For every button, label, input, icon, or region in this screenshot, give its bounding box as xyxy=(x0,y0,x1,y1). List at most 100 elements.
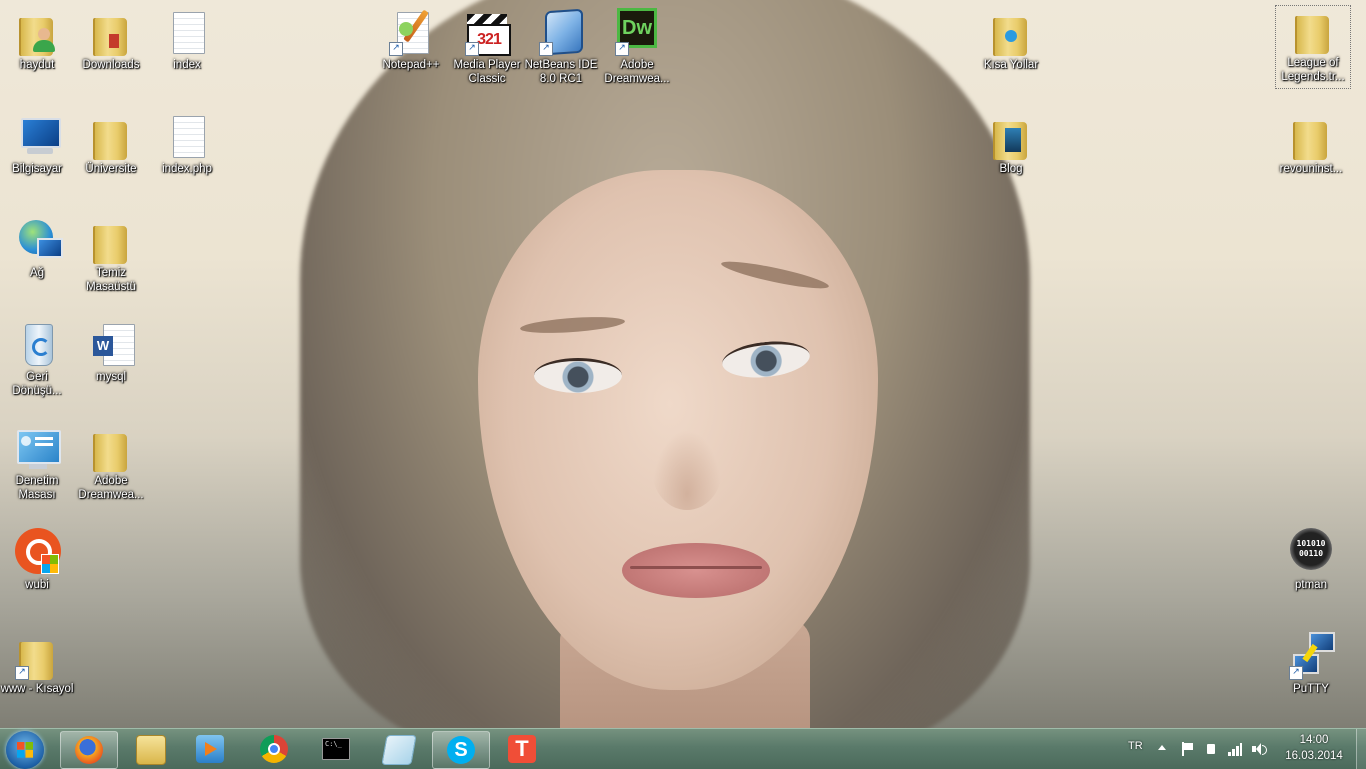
taskbar-explorer[interactable] xyxy=(122,731,178,767)
desktop-icon-universite[interactable]: Üniversite xyxy=(74,112,148,176)
clock-date[interactable]: 16.03.2014 xyxy=(1280,750,1348,762)
desktop-icon-label: Ağ xyxy=(29,267,45,279)
desktop-icon-bilgisayar[interactable]: Bilgisayar xyxy=(0,112,74,176)
folder-icon xyxy=(1289,6,1337,54)
control-panel-icon xyxy=(13,424,61,472)
folder-icon xyxy=(87,112,135,160)
desktop-icon-label: Kısa Yollar xyxy=(983,59,1039,71)
taskbar: C:\_ S T TR 14:00 16.03.2014 xyxy=(0,728,1366,769)
clock-time[interactable]: 14:00 xyxy=(1290,734,1338,746)
taskbar-media-player[interactable] xyxy=(182,731,238,767)
ubuntu-icon xyxy=(13,528,61,576)
desktop-icon-geri-donusum[interactable]: Geri Dönüşü... xyxy=(0,320,74,398)
folder-icon xyxy=(987,112,1035,160)
putty-icon: ↗ xyxy=(1287,632,1335,680)
action-center-flag-icon[interactable] xyxy=(1180,742,1194,756)
desktop-icon-wubi[interactable]: wubi xyxy=(0,528,74,592)
desktop-icon-kisa-yollar[interactable]: Kısa Yollar xyxy=(974,8,1048,72)
ptman-glyph-text: 101010 00110 xyxy=(1290,528,1332,570)
document-icon xyxy=(163,8,211,56)
desktop-icon-haydut[interactable]: haydut xyxy=(0,8,74,72)
language-indicator[interactable]: TR xyxy=(1128,740,1148,754)
desktop-icon-label: NetBeans IDE 8.0 RC1 xyxy=(524,59,598,85)
desktop-icon-ag[interactable]: Ağ xyxy=(0,216,74,280)
folder-icon xyxy=(1287,112,1335,160)
network-signal-icon[interactable] xyxy=(1228,742,1242,756)
desktop-icon-label: revouninst... xyxy=(1279,163,1343,175)
folder-icon xyxy=(87,424,135,472)
desktop-icon-mysql[interactable]: W mysql xyxy=(74,320,148,384)
notepad-plus-plus-icon: ↗ xyxy=(387,8,435,56)
taskbar-chrome[interactable] xyxy=(246,731,302,767)
taskbar-firefox[interactable] xyxy=(60,731,118,769)
desktop-icon-label: Denetim Masası xyxy=(15,475,59,501)
desktop-icon-label: www - Kısayol xyxy=(0,683,74,695)
desktop-icon-media-player-classic[interactable]: 321 ↗ Media Player Classic xyxy=(450,8,524,86)
desktop-icon-label: index xyxy=(173,59,201,71)
notes-icon xyxy=(381,735,417,765)
desktop-icon-label: Media Player Classic xyxy=(453,59,521,85)
binary-disc-icon: 101010 00110 xyxy=(1287,528,1335,576)
taskbar-command-prompt[interactable]: C:\_ xyxy=(308,731,364,767)
desktop-icon-label: ptman xyxy=(1295,579,1327,591)
desktop: haydut Downloads index Bilgisayar Üniver… xyxy=(0,0,1366,728)
desktop-icon-label: Üniversite xyxy=(85,163,137,175)
desktop-icon-index-php[interactable]: index.php xyxy=(150,112,224,176)
show-hidden-icons-icon[interactable] xyxy=(1158,745,1166,750)
chrome-icon xyxy=(260,735,288,763)
wallpaper-nose xyxy=(652,430,722,510)
network-icon xyxy=(13,216,63,264)
desktop-icon-blog[interactable]: Blog xyxy=(974,112,1048,176)
media-player-classic-icon: 321 ↗ xyxy=(463,8,511,56)
desktop-icon-label: Geri Dönüşü... xyxy=(12,371,62,397)
user-folder-icon xyxy=(13,8,61,56)
desktop-icon-index[interactable]: index xyxy=(150,8,224,72)
start-button[interactable] xyxy=(6,731,44,769)
wallpaper-lips xyxy=(622,543,770,598)
desktop-icon-notepad-plus-plus[interactable]: ↗ Notepad++ xyxy=(374,8,448,72)
desktop-icon-label: PuTTY xyxy=(1293,683,1329,695)
folder-icon xyxy=(987,8,1035,56)
desktop-icon-netbeans[interactable]: ↗ NetBeans IDE 8.0 RC1 xyxy=(524,8,598,86)
mpc-glyph-text: 321 xyxy=(477,31,502,48)
taskbar-skype[interactable]: S xyxy=(432,731,490,769)
explorer-folder-icon xyxy=(136,735,166,765)
desktop-icon-adobe-dreamweaver-folder[interactable]: Adobe Dreamwea... xyxy=(74,424,148,502)
command-prompt-icon: C:\_ xyxy=(322,738,350,760)
desktop-icon-label: haydut xyxy=(19,59,55,71)
desktop-icon-label: Adobe Dreamwea... xyxy=(604,59,670,85)
taskbar-t-app[interactable]: T xyxy=(494,731,550,767)
dreamweaver-icon: Dw ↗ xyxy=(613,8,661,56)
desktop-icon-league-of-legends[interactable]: League of Legends.tr... xyxy=(1275,5,1351,89)
windows-logo-icon xyxy=(17,742,33,758)
word-document-icon: W xyxy=(87,320,135,368)
wallpaper-eye-left xyxy=(534,358,622,393)
power-plug-icon[interactable] xyxy=(1204,742,1218,756)
desktop-icon-label: Temiz Masaüstü xyxy=(86,267,136,293)
desktop-icon-label: Downloads xyxy=(82,59,140,71)
desktop-icon-putty[interactable]: ↗ PuTTY xyxy=(1274,632,1348,696)
desktop-icon-temiz-masaustu[interactable]: Temiz Masaüstü xyxy=(74,216,148,294)
taskbar-notes[interactable] xyxy=(370,731,426,767)
volume-icon[interactable] xyxy=(1252,742,1267,756)
t-app-icon: T xyxy=(508,735,536,763)
netbeans-icon: ↗ xyxy=(537,8,585,56)
desktop-icon-label: Blog xyxy=(999,163,1023,175)
computer-icon xyxy=(13,112,61,160)
show-desktop-button[interactable] xyxy=(1356,729,1366,769)
downloads-folder-icon xyxy=(87,8,135,56)
folder-shortcut-icon: ↗ xyxy=(13,632,61,680)
skype-icon: S xyxy=(447,736,475,764)
folder-icon xyxy=(87,216,135,264)
wallpaper-lip-line xyxy=(630,566,762,569)
desktop-icon-www-kisayol[interactable]: ↗ www - Kısayol xyxy=(0,632,74,696)
desktop-icon-adobe-dreamweaver[interactable]: Dw ↗ Adobe Dreamwea... xyxy=(600,8,674,86)
desktop-icon-label: Notepad++ xyxy=(382,59,440,71)
desktop-icon-revouninstaller[interactable]: revouninst... xyxy=(1274,112,1348,176)
firefox-icon xyxy=(75,736,103,764)
desktop-icon-denetim-masasi[interactable]: Denetim Masası xyxy=(0,424,74,502)
desktop-icon-ptman[interactable]: 101010 00110 ptman xyxy=(1274,528,1348,592)
document-icon xyxy=(163,112,211,160)
recycle-bin-icon xyxy=(13,320,61,368)
desktop-icon-downloads[interactable]: Downloads xyxy=(74,8,148,72)
